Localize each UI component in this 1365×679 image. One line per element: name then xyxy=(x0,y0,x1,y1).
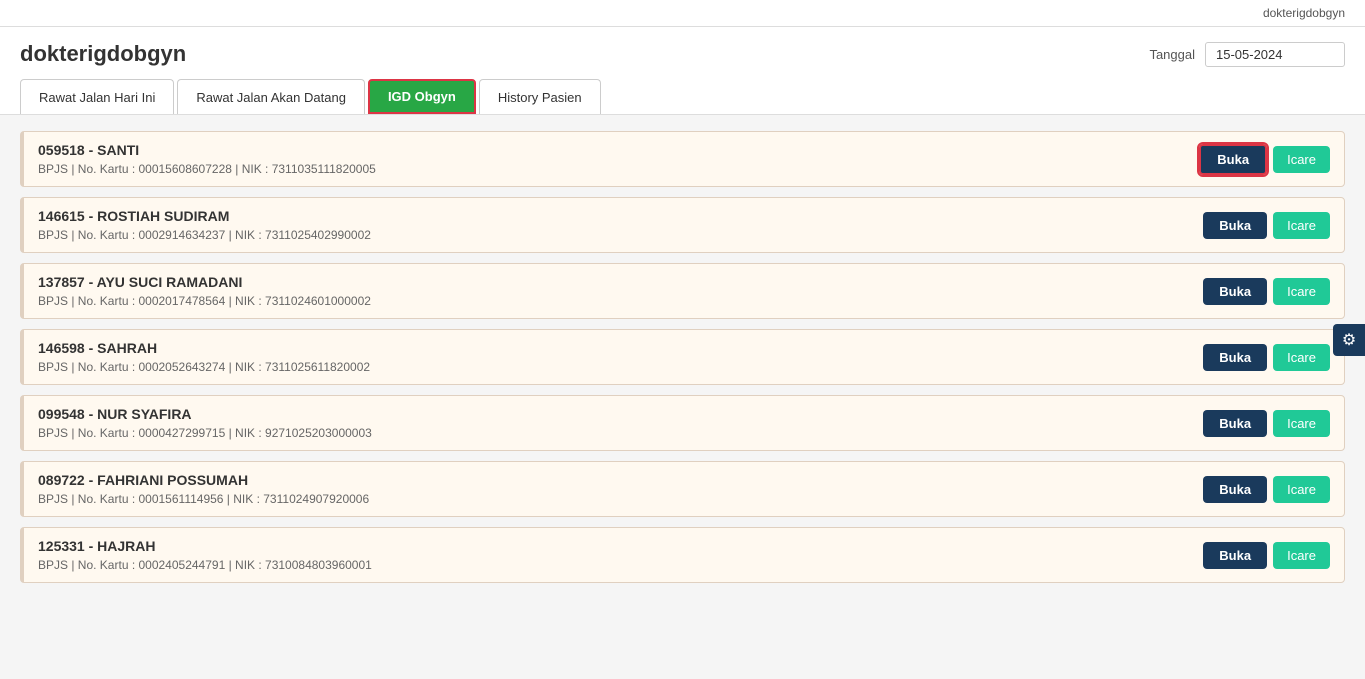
card-actions: BukaIcare xyxy=(1203,410,1330,437)
patient-detail: BPJS | No. Kartu : 0001561114956 | NIK :… xyxy=(38,492,1203,506)
username-label: dokterigdobgyn xyxy=(1263,6,1345,20)
buka-button[interactable]: Buka xyxy=(1203,410,1267,437)
card-actions: BukaIcare xyxy=(1203,278,1330,305)
patient-info: 146598 - SAHRAH BPJS | No. Kartu : 000205… xyxy=(38,340,1203,374)
patient-detail: BPJS | No. Kartu : 00015608607228 | NIK … xyxy=(38,162,1199,176)
patient-name: 059518 - SANTI xyxy=(38,142,1199,158)
header: dokterigdobgyn Tanggal Rawat Jalan Hari … xyxy=(0,27,1365,115)
card-actions: BukaIcare xyxy=(1199,144,1330,175)
settings-button[interactable]: ⚙ xyxy=(1333,324,1365,356)
card-actions: BukaIcare xyxy=(1203,212,1330,239)
gear-icon: ⚙ xyxy=(1342,330,1356,350)
patient-card: 146598 - SAHRAH BPJS | No. Kartu : 000205… xyxy=(20,329,1345,385)
buka-button[interactable]: Buka xyxy=(1199,144,1267,175)
tanggal-input[interactable] xyxy=(1205,42,1345,67)
patient-card: 089722 - FAHRIANI POSSUMAH BPJS | No. Kar… xyxy=(20,461,1345,517)
patient-name: 146598 - SAHRAH xyxy=(38,340,1203,356)
buka-button[interactable]: Buka xyxy=(1203,344,1267,371)
patient-detail: BPJS | No. Kartu : 0002017478564 | NIK :… xyxy=(38,294,1203,308)
icare-button[interactable]: Icare xyxy=(1273,278,1330,305)
patient-card: 125331 - HAJRAH BPJS | No. Kartu : 000240… xyxy=(20,527,1345,583)
buka-button[interactable]: Buka xyxy=(1203,212,1267,239)
card-actions: BukaIcare xyxy=(1203,344,1330,371)
icare-button[interactable]: Icare xyxy=(1273,410,1330,437)
patient-card: 146615 - ROSTIAH SUDIRAM BPJS | No. Kartu… xyxy=(20,197,1345,253)
card-actions: BukaIcare xyxy=(1203,476,1330,503)
patient-info: 137857 - AYU SUCI RAMADANI BPJS | No. Kar… xyxy=(38,274,1203,308)
header-top: dokterigdobgyn Tanggal xyxy=(20,41,1345,67)
icare-button[interactable]: Icare xyxy=(1273,542,1330,569)
buka-button[interactable]: Buka xyxy=(1203,476,1267,503)
patient-name: 137857 - AYU SUCI RAMADANI xyxy=(38,274,1203,290)
tanggal-label: Tanggal xyxy=(1149,47,1195,62)
patient-detail: BPJS | No. Kartu : 0000427299715 | NIK :… xyxy=(38,426,1203,440)
patient-info: 125331 - HAJRAH BPJS | No. Kartu : 000240… xyxy=(38,538,1203,572)
patient-info: 089722 - FAHRIANI POSSUMAH BPJS | No. Kar… xyxy=(38,472,1203,506)
patient-name: 099548 - NUR SYAFIRA xyxy=(38,406,1203,422)
tabs-container: Rawat Jalan Hari Ini Rawat Jalan Akan Da… xyxy=(20,79,1345,114)
main-content: 059518 - SANTI BPJS | No. Kartu : 0001560… xyxy=(0,115,1365,609)
patient-card: 137857 - AYU SUCI RAMADANI BPJS | No. Kar… xyxy=(20,263,1345,319)
patient-info: 099548 - NUR SYAFIRA BPJS | No. Kartu : 0… xyxy=(38,406,1203,440)
tanggal-section: Tanggal xyxy=(1149,42,1345,67)
tab-rawat-jalan-hari-ini[interactable]: Rawat Jalan Hari Ini xyxy=(20,79,174,114)
patient-card: 059518 - SANTI BPJS | No. Kartu : 0001560… xyxy=(20,131,1345,187)
patient-name: 146615 - ROSTIAH SUDIRAM xyxy=(38,208,1203,224)
patient-card: 099548 - NUR SYAFIRA BPJS | No. Kartu : 0… xyxy=(20,395,1345,451)
patient-name: 089722 - FAHRIANI POSSUMAH xyxy=(38,472,1203,488)
buka-button[interactable]: Buka xyxy=(1203,278,1267,305)
patient-info: 059518 - SANTI BPJS | No. Kartu : 0001560… xyxy=(38,142,1199,176)
icare-button[interactable]: Icare xyxy=(1273,476,1330,503)
buka-button[interactable]: Buka xyxy=(1203,542,1267,569)
patient-detail: BPJS | No. Kartu : 0002914634237 | NIK :… xyxy=(38,228,1203,242)
tab-igd-obgyn[interactable]: IGD Obgyn xyxy=(368,79,476,114)
patient-name: 125331 - HAJRAH xyxy=(38,538,1203,554)
card-actions: BukaIcare xyxy=(1203,542,1330,569)
icare-button[interactable]: Icare xyxy=(1273,212,1330,239)
tab-history-pasien[interactable]: History Pasien xyxy=(479,79,601,114)
patient-info: 146615 - ROSTIAH SUDIRAM BPJS | No. Kartu… xyxy=(38,208,1203,242)
app-title: dokterigdobgyn xyxy=(20,41,186,67)
patient-detail: BPJS | No. Kartu : 0002052643274 | NIK :… xyxy=(38,360,1203,374)
icare-button[interactable]: Icare xyxy=(1273,146,1330,173)
patient-detail: BPJS | No. Kartu : 0002405244791 | NIK :… xyxy=(38,558,1203,572)
icare-button[interactable]: Icare xyxy=(1273,344,1330,371)
tab-rawat-jalan-akan-datang[interactable]: Rawat Jalan Akan Datang xyxy=(177,79,365,114)
top-bar: dokterigdobgyn xyxy=(0,0,1365,27)
